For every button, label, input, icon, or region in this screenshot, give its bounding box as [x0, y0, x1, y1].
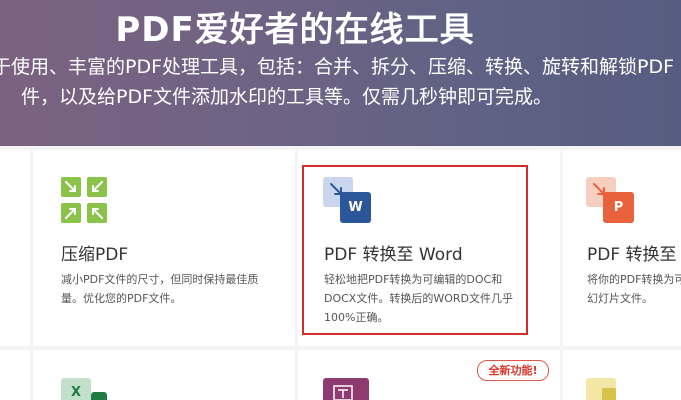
tool-card-partial-left[interactable]: [0, 150, 30, 346]
tool-title-compress[interactable]: 压缩PDF: [61, 240, 128, 265]
tool-desc-pdf-to-powerpoint: 将你的PDF转换为可 幻灯片文件。: [587, 270, 681, 308]
new-feature-badge: 全新功能!: [477, 360, 549, 381]
hero-title: PDF爱好者的在线工具: [115, 10, 475, 50]
hero-description-line-1: 于使用、丰富的PDF处理工具，包括：合并、拆分、压缩、转换、旋转和解锁PDF: [0, 56, 675, 78]
jpg-icon: [586, 378, 616, 400]
excel-icon-letter: X: [61, 378, 91, 400]
tool-card-partial-left-row2[interactable]: [0, 350, 30, 400]
hero-banner: PDF爱好者的在线工具 于使用、丰富的PDF处理工具，包括：合并、拆分、压缩、转…: [0, 0, 681, 146]
compress-icon: [61, 177, 107, 223]
edit-pdf-icon: [323, 378, 369, 400]
excel-icon: X: [61, 378, 109, 400]
tool-desc-compress-line-1: 减小PDF文件的尺寸，但同时保持最佳质: [61, 273, 259, 286]
tool-desc-compress-line-2: 量。优化您的PDF文件。: [61, 292, 182, 305]
tool-desc-ppt-line-2: 幻灯片文件。: [587, 292, 653, 305]
tool-desc-ppt-line-1: 将你的PDF转换为可: [587, 273, 681, 286]
hero-description-line-2: 件，以及给PDF文件添加水印的工具等。仅需几秒钟即可完成。: [21, 86, 553, 108]
powerpoint-icon-letter: P: [603, 192, 634, 223]
tool-card-jpg[interactable]: [563, 350, 681, 400]
tool-desc-compress: 减小PDF文件的尺寸，但同时保持最佳质 量。优化您的PDF文件。: [61, 270, 281, 308]
selection-highlight: [302, 165, 528, 335]
tool-title-pdf-to-powerpoint[interactable]: PDF 转换至: [587, 240, 677, 265]
powerpoint-icon: P: [586, 177, 634, 223]
